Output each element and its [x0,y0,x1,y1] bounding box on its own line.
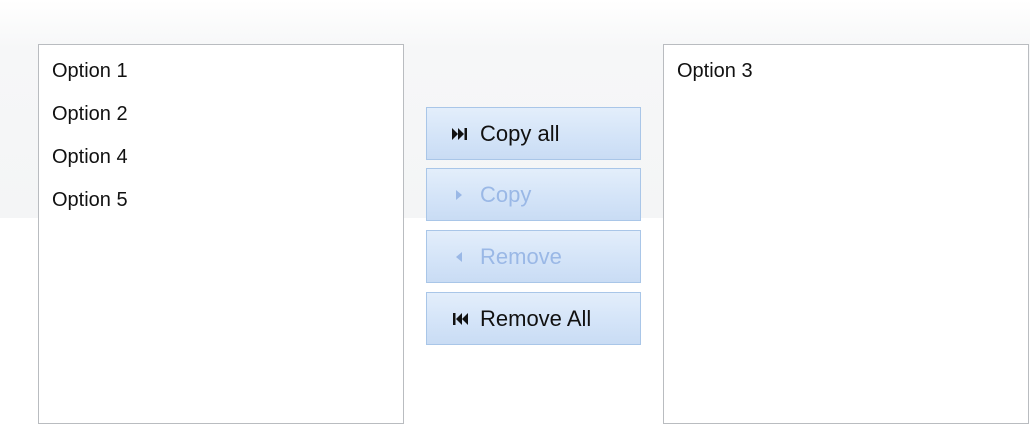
copy-all-label: Copy all [480,120,560,146]
play-left-icon [452,250,470,264]
list-item[interactable]: Option 2 [39,92,403,136]
remove-all-label: Remove All [480,305,592,331]
list-item[interactable]: Option 1 [39,49,403,93]
list-item[interactable]: Option 3 [664,49,1028,93]
remove-button[interactable]: Remove [426,230,641,283]
fast-forward-icon [452,127,470,141]
selected-options-list[interactable]: Option 3 [663,44,1029,424]
available-options-list[interactable]: Option 1 Option 2 Option 4 Option 5 [38,44,404,424]
copy-all-button[interactable]: Copy all [426,107,641,160]
copy-button[interactable]: Copy [426,168,641,221]
rewind-icon [452,312,470,326]
remove-label: Remove [480,243,562,269]
remove-all-button[interactable]: Remove All [426,292,641,345]
copy-label: Copy [480,181,532,207]
list-item[interactable]: Option 4 [39,135,403,179]
list-item[interactable]: Option 5 [39,178,403,222]
play-right-icon [452,188,470,202]
